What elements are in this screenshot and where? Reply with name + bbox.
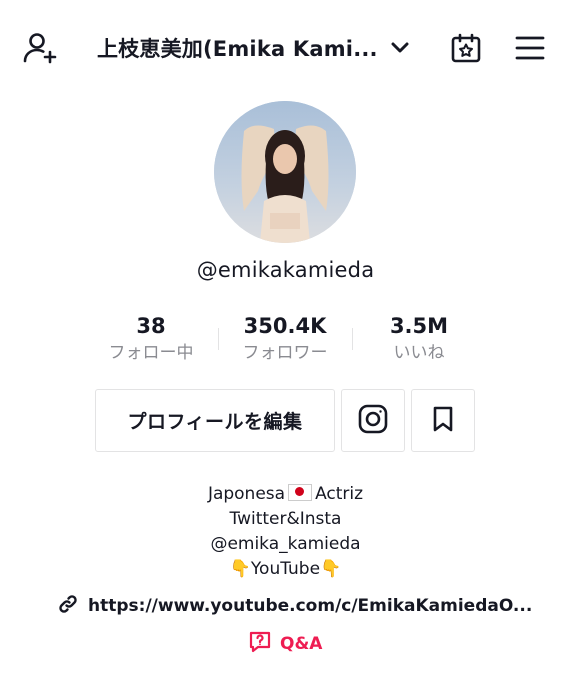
stats-row: 38 フォロー中 350.4K フォロワー 3.5M いいね <box>0 312 571 368</box>
profile-link[interactable]: https://www.youtube.com/c/EmikaKamiedaO.… <box>58 592 532 620</box>
bio-text: YouTube <box>250 559 321 579</box>
link-icon <box>58 594 78 618</box>
avatar[interactable] <box>214 101 356 243</box>
likes-count: 3.5M <box>389 314 449 338</box>
instagram-icon <box>357 403 389 439</box>
following-label: フォロー中 <box>108 343 194 363</box>
pointing-down-icon: 👇 <box>320 559 342 579</box>
hamburger-menu-icon[interactable] <box>510 28 550 68</box>
account-title: 上枝恵美加(Emika Kami... <box>97 37 378 61</box>
bio-line: @emika_kamieda <box>210 534 361 554</box>
bio-line: 👇YouTube👇 <box>0 557 571 582</box>
question-bubble-icon <box>248 630 272 658</box>
top-header: 上枝恵美加(Emika Kami... <box>0 0 571 92</box>
likes-stat[interactable]: 3.5M いいね <box>359 312 479 366</box>
bio: Japonesa Actriz Twitter&Insta @emika_kami… <box>0 482 571 582</box>
link-text: https://www.youtube.com/c/EmikaKamiedaO.… <box>88 596 533 616</box>
followers-label: フォロワー <box>242 343 328 363</box>
instagram-button[interactable] <box>341 389 405 452</box>
chevron-down-icon <box>390 38 410 58</box>
account-switcher[interactable]: 上枝恵美加(Emika Kami... <box>97 30 410 66</box>
japan-flag-icon <box>288 484 313 501</box>
calendar-star-icon[interactable] <box>446 28 486 68</box>
bookmark-icon <box>431 405 455 437</box>
followers-stat[interactable]: 350.4K フォロワー <box>225 312 345 366</box>
following-stat[interactable]: 38 フォロー中 <box>91 312 211 366</box>
likes-label: いいね <box>393 343 445 363</box>
following-count: 38 <box>136 314 166 338</box>
bio-text: Actriz <box>315 484 364 504</box>
username: @emikakamieda <box>196 258 375 282</box>
followers-count: 350.4K <box>243 314 327 338</box>
bio-text: Japonesa <box>207 484 286 504</box>
bio-line: Japonesa Actriz <box>0 482 571 507</box>
bio-line: Twitter&Insta <box>229 509 342 529</box>
qa-button[interactable]: Q&A <box>248 630 322 658</box>
stat-divider <box>352 328 353 350</box>
add-user-icon[interactable] <box>20 28 60 68</box>
stat-divider <box>218 328 219 350</box>
edit-profile-button[interactable]: プロフィールを編集 <box>95 389 335 452</box>
profile-page: 上枝恵美加(Emika Kami... @emikakamieda 38 フォロ… <box>0 0 571 680</box>
favorites-button[interactable] <box>411 389 475 452</box>
pointing-down-icon: 👇 <box>229 559 251 579</box>
qa-label: Q&A <box>280 634 323 654</box>
